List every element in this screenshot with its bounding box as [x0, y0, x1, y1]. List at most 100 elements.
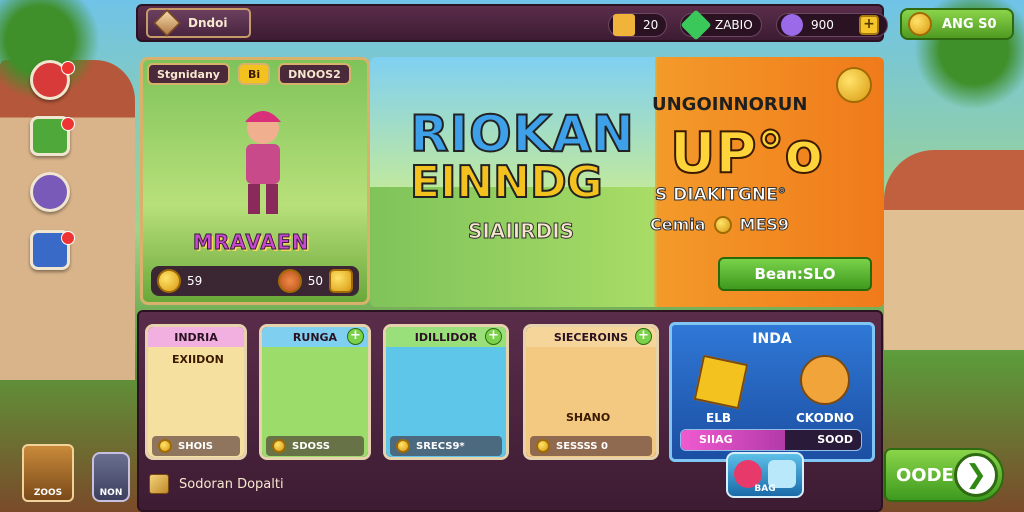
- coin-icon: [908, 12, 932, 36]
- orange-orb-icon: [277, 269, 302, 293]
- card-runga[interactable]: RUNGA + SDOSS: [259, 324, 371, 460]
- hero-title: MRAVAEN: [192, 230, 310, 255]
- top-bar: Dndoi 20 ZABIO 900 +: [136, 4, 888, 42]
- coin-icon: [713, 215, 732, 234]
- hero-card[interactable]: Stgnidany Bi DNOOS2 MRAVAEN 59 50: [140, 57, 370, 305]
- card-footer-text: SDOSS: [292, 440, 330, 452]
- background-house-right: [884, 150, 1024, 350]
- banner-subtitle: SIAIIRDIS: [467, 219, 575, 244]
- card-title-text: IDILLIDOR: [414, 330, 478, 344]
- card-subtitle: SHANO: [566, 411, 611, 424]
- card-title-text: INDRIA: [174, 330, 218, 344]
- card-indria[interactable]: INDRIA EXIIDON SHOIS: [145, 324, 247, 460]
- gold-button-label: ANG S0: [942, 16, 997, 32]
- notification-badge: [61, 61, 75, 75]
- character-icon: [800, 355, 850, 405]
- resource-orb[interactable]: 900 +: [776, 13, 888, 37]
- card-footer: SHOIS: [152, 436, 240, 456]
- mini-label: BAG: [754, 484, 776, 494]
- card-footer: SESSSS 0: [530, 436, 652, 456]
- side-button-ruby[interactable]: [30, 60, 75, 100]
- card-footer: SDOSS: [266, 436, 364, 456]
- quest-label: Sodoran Dopalti: [179, 476, 284, 492]
- notification-badge: [61, 231, 75, 245]
- add-button[interactable]: +: [635, 328, 652, 345]
- banner-right-big: UP°o: [669, 120, 824, 187]
- add-button[interactable]: +: [347, 328, 364, 345]
- card-footer: SRECS9*: [390, 436, 502, 456]
- special-title: INDA: [752, 331, 792, 347]
- card-body: SHANO SESSSS 0: [526, 347, 656, 457]
- side-button-settings[interactable]: [30, 230, 75, 270]
- card-footer-text: SESSSS 0: [556, 440, 608, 452]
- gold-bar-icon: [613, 14, 635, 36]
- special-bar-left: SIIAG: [699, 433, 733, 446]
- bag-label: NON: [99, 488, 123, 498]
- resource-gold[interactable]: 20: [608, 13, 668, 37]
- coin-icon: [536, 439, 550, 453]
- notification-badge: [61, 117, 75, 131]
- hero-header: Stgnidany Bi DNOOS2: [143, 60, 367, 88]
- card-title: RUNGA +: [262, 327, 368, 347]
- card-subtitle: EXIIDON: [172, 353, 224, 366]
- coin-icon: [272, 439, 286, 453]
- special-progress-fill: [681, 430, 786, 450]
- resource-value: ZABIO: [715, 18, 753, 32]
- resource-value: 20: [643, 18, 659, 32]
- card-sieceroins[interactable]: SIECEROINS + SHANO SESSSS 0: [523, 324, 659, 460]
- card-title: IDILLIDOR +: [386, 327, 506, 347]
- special-offer-card[interactable]: INDA ELB CKODNO SIIAG SOOD: [669, 322, 875, 462]
- home-button[interactable]: Dndoi: [146, 8, 252, 38]
- hero-stat-left: 59: [187, 274, 203, 288]
- hero-stats: 59 50: [151, 266, 359, 296]
- hero-badge: Bi: [237, 63, 271, 85]
- banner-claim-button[interactable]: Bean:SLO: [718, 257, 872, 291]
- home-icon: [153, 9, 181, 37]
- add-button[interactable]: +: [485, 328, 502, 345]
- background-house-left: [0, 60, 135, 380]
- side-button-leaf[interactable]: [30, 116, 75, 156]
- card-title: SIECEROINS +: [526, 327, 656, 347]
- treasure-icon: [693, 354, 749, 410]
- coin-icon: [836, 67, 872, 103]
- green-gem-icon: [680, 9, 712, 41]
- hero-label: Stgnidany: [147, 63, 230, 85]
- coin-icon: [157, 269, 181, 293]
- card-body: SDOSS: [262, 347, 368, 457]
- add-currency-button[interactable]: +: [859, 15, 879, 35]
- resource-gem[interactable]: ZABIO: [680, 9, 762, 41]
- special-bar-right: SOOD: [817, 433, 853, 446]
- coin-icon: [158, 439, 172, 453]
- banner-right-sub2-b: MES9: [739, 215, 790, 235]
- resource-value: 900: [811, 18, 834, 32]
- banner-right-sub2: Cemia MES9: [650, 215, 790, 235]
- play-button[interactable]: OODEN ❯: [884, 448, 1004, 502]
- card-title-text: RUNGA: [292, 330, 338, 344]
- banner-right-sub2-a: Cemia: [650, 215, 707, 235]
- scroll-icon: [149, 474, 169, 494]
- card-title-text: SIECEROINS: [553, 330, 629, 344]
- card-body: EXIIDON SHOIS: [148, 347, 244, 457]
- special-left-label: ELB: [706, 411, 731, 425]
- quest-row[interactable]: Sodoran Dopalti: [149, 474, 284, 494]
- mini-item-button[interactable]: BAG: [726, 452, 804, 498]
- coin-icon: [396, 439, 410, 453]
- card-footer-text: SHOIS: [178, 440, 213, 452]
- chest-label: ZOOS: [33, 488, 63, 498]
- banner-title: RIOKAN: [409, 104, 635, 164]
- home-label: Dndoi: [188, 16, 228, 30]
- bag-button[interactable]: NON: [92, 452, 130, 502]
- hero-character-icon: [245, 111, 281, 214]
- event-banner[interactable]: RIOKAN EINNDG SIAIIRDIS UNGOINNORUN UP°o…: [370, 57, 884, 307]
- coin-icon: [329, 269, 353, 293]
- card-idillidor[interactable]: IDILLIDOR + SRECS9*: [383, 324, 509, 460]
- chest-button[interactable]: ZOOS: [22, 444, 74, 502]
- gold-shop-button[interactable]: ANG S0: [900, 8, 1014, 40]
- special-right-label: CKODNO: [796, 411, 854, 425]
- card-footer-text: SRECS9*: [416, 440, 465, 452]
- banner-right-heading: UNGOINNORUN: [652, 94, 808, 115]
- arrow-right-icon: ❯: [954, 453, 998, 497]
- banner-right-sub: S DIAKITGNE°: [654, 185, 787, 206]
- card-title: INDRIA: [148, 327, 244, 347]
- side-button-avatar[interactable]: [30, 172, 70, 212]
